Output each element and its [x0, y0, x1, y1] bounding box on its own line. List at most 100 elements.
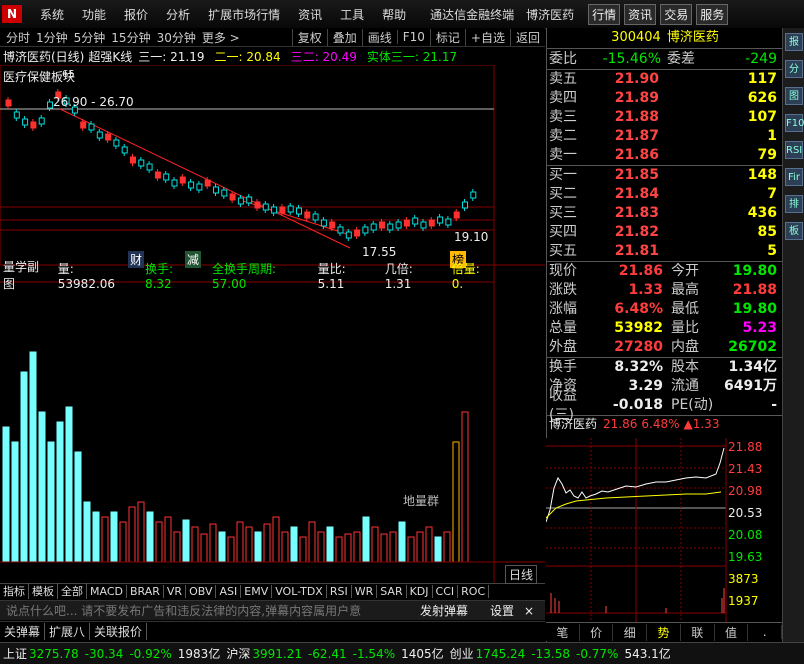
btn-biaoji[interactable]: 标记 — [429, 28, 465, 46]
candle-body — [47, 101, 53, 109]
tool-f10-icon[interactable]: F10 — [785, 114, 804, 132]
mini-chart-header: 博济医药 21.86 6.48% ▲1.33 — [547, 416, 783, 432]
volume-bar — [56, 421, 64, 563]
tab-1min[interactable]: 1分钟 — [36, 29, 68, 46]
tab-fenshi[interactable]: 分时 — [6, 29, 30, 46]
tool-chart-icon[interactable]: 图 — [785, 87, 803, 105]
volume-bar — [2, 426, 10, 563]
buy-5-vol: 5 — [767, 243, 777, 259]
menu-tools[interactable]: 工具 — [340, 6, 364, 23]
volume-bar — [299, 536, 307, 563]
mini-pct: 6.48% — [641, 417, 680, 431]
candle-body — [312, 213, 319, 221]
mini-tab-lian[interactable]: 联 — [681, 623, 715, 641]
tool-fenshi-icon[interactable]: 分 — [785, 60, 803, 78]
tab-ind-8[interactable]: EMV — [241, 584, 273, 598]
btn-diejia[interactable]: 叠加 — [326, 28, 362, 46]
tab-ind-3[interactable]: MACD — [87, 584, 127, 598]
weibi-row: 委比 -15.46% 委差 -249 — [547, 49, 783, 70]
sell-1: 卖一 21.86 79 — [547, 146, 783, 165]
volume-bar — [11, 441, 19, 563]
stat-key: 流通 — [671, 378, 699, 394]
danmu-input[interactable]: 说点什么吧... 请不要发布广告和违反法律的内容,弹幕内容属用户意 — [6, 602, 406, 619]
candle-body — [445, 218, 452, 226]
kline-l4: 实体三一: 21.17 — [366, 49, 458, 64]
menu-news[interactable]: 资讯 — [298, 6, 322, 23]
mini-tab-more[interactable]: . — [748, 625, 783, 639]
tab-ind-2[interactable]: 全部 — [58, 583, 87, 599]
tab-ind-12[interactable]: SAR — [377, 584, 407, 598]
stat-val: 6491万 — [724, 378, 777, 394]
btn-huaxian[interactable]: 画线 — [361, 28, 397, 46]
stat-row: 涨幅 6.48% 最低 19.80 — [547, 300, 783, 319]
tab-more[interactable]: 更多 > — [202, 29, 240, 46]
menu-system[interactable]: 系统 — [40, 6, 64, 23]
menu-quote[interactable]: 报价 — [124, 6, 148, 23]
mini-tab-bi[interactable]: 笔 — [546, 623, 580, 641]
btn-fanhui[interactable]: 返回 — [509, 28, 545, 46]
tab-ind-14[interactable]: CCI — [433, 584, 459, 598]
candle-body — [329, 221, 336, 229]
menu-ext-market[interactable]: 扩展市场行情 — [208, 6, 280, 23]
menu-analysis[interactable]: 分析 — [166, 6, 190, 23]
mini-tab-jia[interactable]: 价 — [580, 623, 614, 641]
btn-zixuan[interactable]: +自选 — [464, 28, 510, 46]
tab-close-danmu[interactable]: 关弹幕 — [0, 622, 46, 640]
volume-bar — [461, 411, 469, 563]
volume-bar — [308, 521, 316, 563]
tab-ind-15[interactable]: ROC — [458, 584, 490, 598]
btn-zixun[interactable]: 资讯 — [624, 3, 657, 25]
kline-l2: 二一: 20.84 — [214, 49, 281, 64]
volume-bar — [191, 526, 199, 563]
btn-hangqing[interactable]: 行情 — [588, 3, 621, 25]
tool-rsi-icon[interactable]: RSI — [785, 141, 803, 159]
tab-ind-7[interactable]: ASI — [216, 584, 242, 598]
tool-rank-icon[interactable]: 排 — [785, 195, 803, 213]
stat-key: 涨幅 — [549, 301, 577, 317]
tab-ind-13[interactable]: KDJ — [407, 584, 433, 598]
tool-report-icon[interactable]: 报 — [785, 33, 803, 51]
tab-ind-10[interactable]: RSI — [327, 584, 352, 598]
btn-jiaoyi[interactable]: 交易 — [660, 3, 693, 25]
volume-bar — [110, 511, 118, 563]
tab-ind-9[interactable]: VOL-TDX — [272, 584, 327, 598]
tab-15min[interactable]: 15分钟 — [111, 29, 150, 46]
stat-val: 26702 — [728, 339, 777, 355]
btn-fuwu[interactable]: 服务 — [696, 3, 729, 25]
menu-function[interactable]: 功能 — [82, 6, 106, 23]
tab-ext8[interactable]: 扩展八 — [45, 622, 91, 640]
tab-30min[interactable]: 30分钟 — [157, 29, 196, 46]
volume-bar — [74, 451, 82, 563]
mini-tab-zhi[interactable]: 值 — [715, 623, 749, 641]
buy-5: 买五 21.81 5 — [547, 242, 783, 261]
period-toolbar: 分时 1分钟 5分钟 15分钟 30分钟 更多 > 复权 叠加 画线 F10 标… — [0, 28, 545, 47]
stat-val: 6.48% — [614, 301, 663, 317]
danmu-close-icon[interactable]: × — [524, 604, 534, 618]
btn-f10[interactable]: F10 — [396, 30, 430, 44]
tab-ind-6[interactable]: OBV — [186, 584, 217, 598]
candle-body — [296, 207, 302, 215]
tab-related-quote[interactable]: 关联报价 — [90, 622, 148, 640]
mini-tab-xi[interactable]: 细 — [613, 623, 648, 641]
danmu-send-button[interactable]: 发射弹幕 — [420, 602, 468, 619]
tool-fir-icon[interactable]: Fir — [785, 168, 803, 186]
tab-5min[interactable]: 5分钟 — [74, 29, 106, 46]
tab-ind-5[interactable]: VR — [164, 584, 187, 598]
buy-1: 买一 21.85 148 — [547, 166, 783, 185]
tab-ind-11[interactable]: WR — [352, 584, 378, 598]
tab-ind-4[interactable]: BRAR — [127, 584, 164, 598]
menu-bar: N 系统 功能 报价 分析 扩展市场行情 资讯 工具 帮助 通达信金融终端 博济… — [0, 0, 804, 29]
danmu-settings-button[interactable]: 设置 — [490, 602, 514, 619]
btn-fuquan[interactable]: 复权 — [291, 28, 327, 46]
menu-help[interactable]: 帮助 — [382, 6, 406, 23]
tab-ind-0[interactable]: 指标 — [0, 583, 29, 599]
volume-bar — [227, 536, 235, 563]
buy-3-vol: 436 — [747, 205, 777, 221]
vol-title: 量学副图 — [3, 260, 40, 291]
vol-jb: 几倍: 1.31 — [384, 261, 413, 291]
volume-bar — [20, 371, 28, 563]
mini-tab-shi[interactable]: 势 — [647, 623, 681, 641]
period-label[interactable]: 日线 — [505, 565, 538, 584]
tab-ind-1[interactable]: 模板 — [29, 583, 58, 599]
tool-sector-icon[interactable]: 板 — [785, 222, 803, 240]
